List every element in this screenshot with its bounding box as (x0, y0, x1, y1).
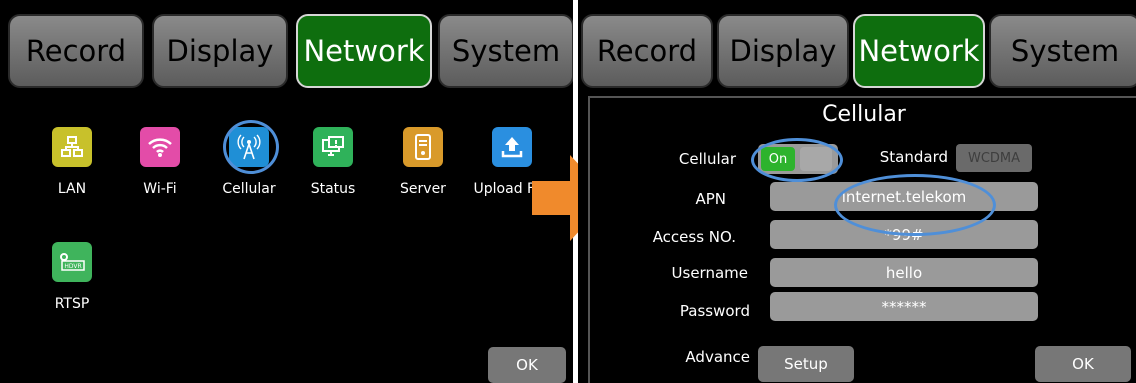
advance-label: Advance (685, 348, 750, 366)
upload-icon (492, 127, 532, 167)
password-label: Password (679, 302, 750, 320)
server-icon (403, 127, 443, 167)
tab-system[interactable]: System (438, 14, 573, 88)
cellular-dialog: Cellular Cellular On Standard WCDMA APN … (588, 96, 1136, 383)
cellular-label: Cellular (678, 150, 736, 168)
network-menu-panel: Record Display Network System LAN Wi-Fi … (0, 0, 573, 383)
ok-button[interactable]: OK (1035, 346, 1131, 382)
wifi-icon (140, 127, 180, 167)
app-label: RTSP (54, 296, 90, 312)
app-label: Cellular (222, 181, 276, 197)
lan-icon (52, 127, 92, 167)
ok-button[interactable]: OK (488, 347, 566, 383)
cellular-settings-panel: Record Display Network System Cellular C… (578, 0, 1136, 383)
app-label: Wi-Fi (143, 181, 177, 197)
app-rtsp[interactable]: HDVR RTSP (26, 242, 118, 312)
password-input[interactable]: ****** (770, 292, 1038, 321)
highlight-ring (834, 174, 996, 236)
dialog-title: Cellular (822, 102, 906, 127)
access-number-label: Access NO. (652, 228, 736, 246)
tab-record[interactable]: Record (581, 14, 713, 88)
tab-system[interactable]: System (989, 14, 1136, 88)
tab-network[interactable]: Network (296, 14, 432, 88)
standard-label: Standard (879, 148, 948, 166)
tab-record[interactable]: Record (8, 14, 144, 88)
username-label: Username (671, 264, 748, 282)
app-wifi[interactable]: Wi-Fi (114, 127, 206, 197)
app-label: LAN (57, 181, 87, 197)
username-input[interactable]: hello (770, 258, 1038, 287)
app-server[interactable]: Server (377, 127, 469, 197)
rtsp-icon: HDVR (52, 242, 92, 282)
standard-select[interactable]: WCDMA (956, 144, 1032, 172)
app-label: Server (400, 181, 446, 197)
setup-button[interactable]: Setup (758, 346, 854, 382)
highlight-ring (223, 120, 279, 174)
svg-text:HDVR: HDVR (64, 263, 81, 270)
app-label: Status (310, 181, 356, 197)
tab-display[interactable]: Display (717, 14, 849, 88)
status-monitor-icon (313, 127, 353, 167)
apn-label: APN (695, 190, 726, 208)
app-lan[interactable]: LAN (26, 127, 118, 197)
tab-network[interactable]: Network (853, 14, 985, 88)
app-status[interactable]: Status (287, 127, 379, 197)
tab-display[interactable]: Display (152, 14, 288, 88)
